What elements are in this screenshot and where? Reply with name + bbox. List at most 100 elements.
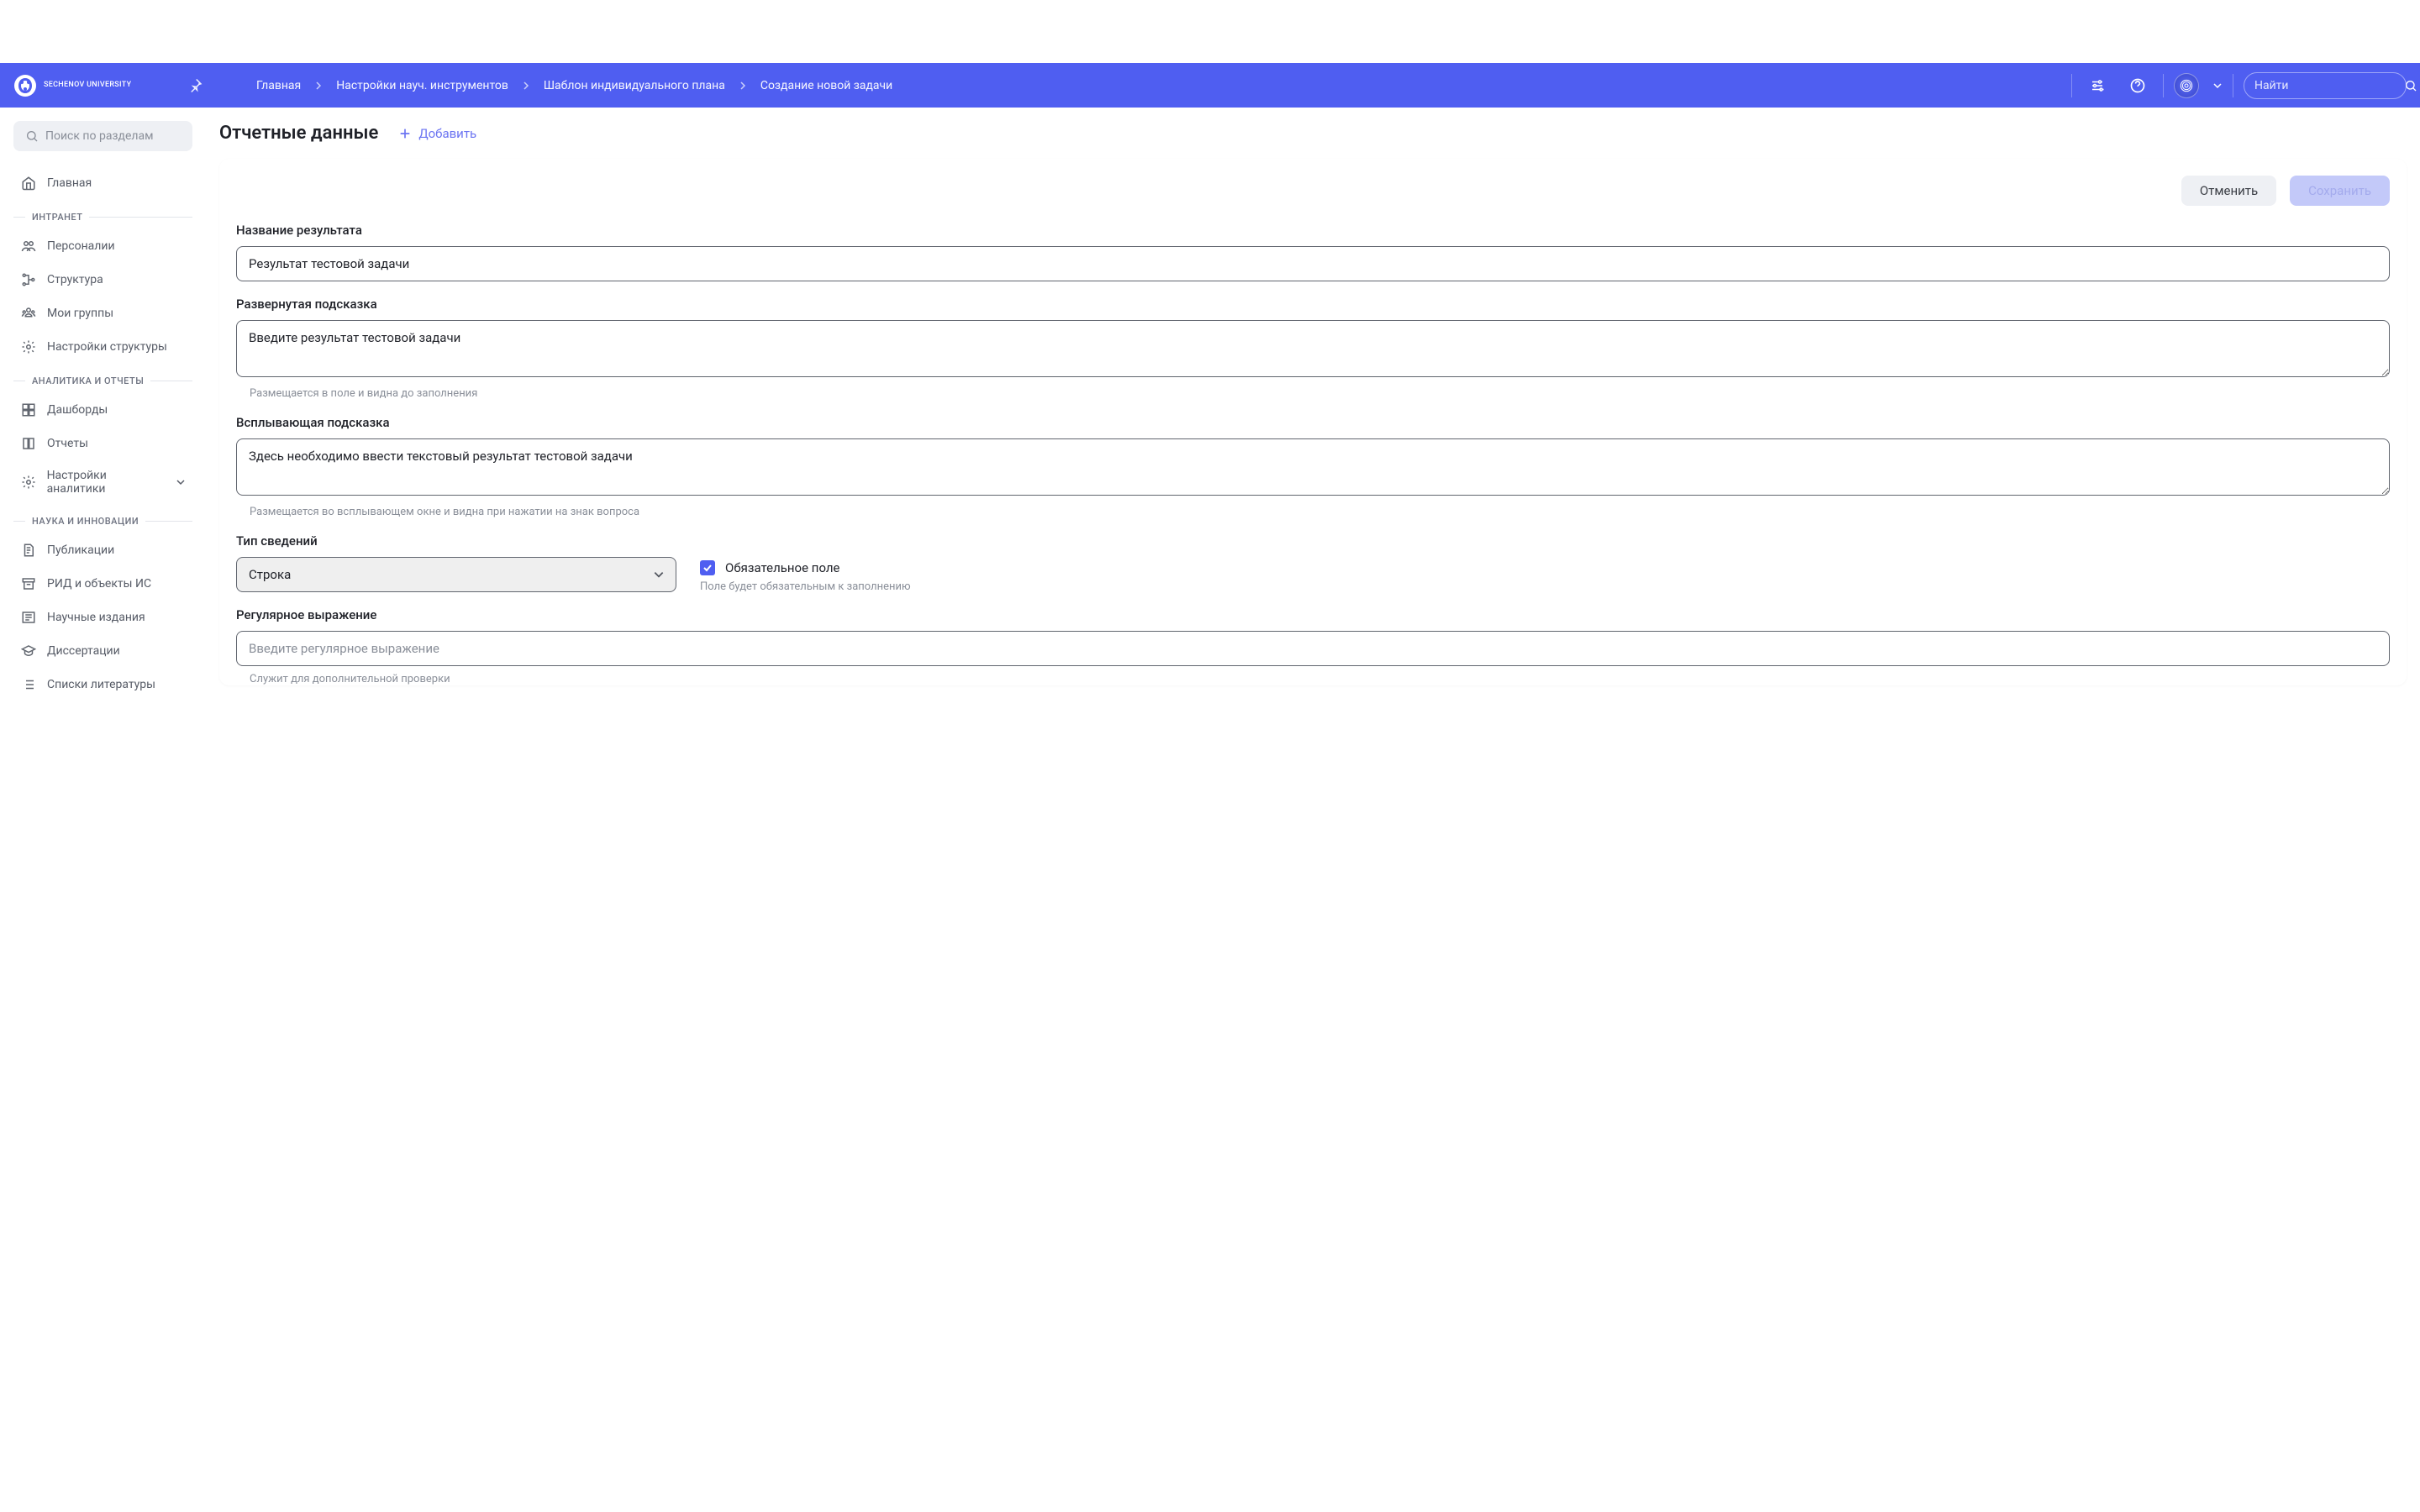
cancel-button[interactable]: Отменить (2181, 176, 2276, 206)
breadcrumb: Главная Настройки науч. инструментов Шаб… (223, 79, 2071, 92)
sidebar-item-label: Диссертации (47, 644, 120, 658)
sidebar-item-personas[interactable]: Персоналии (13, 229, 192, 263)
chevron-down-icon (176, 477, 186, 487)
add-button[interactable]: Добавить (398, 126, 476, 141)
home-icon (20, 175, 37, 192)
sidebar-item-structure-settings[interactable]: Настройки структуры (13, 330, 192, 364)
divider (2163, 74, 2164, 97)
field-label: Регулярное выражение (236, 607, 2390, 622)
tree-icon (20, 271, 37, 288)
card-actions: Отменить Сохранить (236, 176, 2390, 206)
sidebar-item-analytics-settings[interactable]: Настройки аналитики (13, 460, 192, 504)
field-label: Развернутая подсказка (236, 297, 2390, 312)
page-header: Отчетные данные Добавить (219, 123, 2407, 144)
sidebar-search-input[interactable] (45, 129, 195, 143)
field-popup-hint: Всплывающая подсказка Размещается во всп… (236, 415, 2390, 518)
sidebar-item-bibliography[interactable]: Списки литературы (13, 668, 192, 701)
gear-icon (20, 474, 37, 491)
sidebar-item-label: Списки литературы (47, 678, 155, 691)
people-icon (20, 238, 37, 255)
sidebar-item-dissertations[interactable]: Диссертации (13, 634, 192, 668)
help-icon[interactable] (2123, 71, 2153, 101)
save-button[interactable]: Сохранить (2290, 176, 2390, 206)
form-card: Отменить Сохранить Название результата Р… (219, 159, 2407, 685)
pin-icon[interactable] (186, 76, 206, 96)
result-name-input[interactable] (236, 246, 2390, 281)
groups-icon (20, 305, 37, 322)
sidebar: Главная ИНТРАНЕТ Персоналии Структура Мо… (0, 108, 206, 721)
chevron-right-icon (739, 81, 747, 90)
popup-hint-textarea[interactable] (236, 438, 2390, 496)
required-checkbox[interactable] (700, 560, 715, 575)
plus-icon (398, 127, 412, 140)
sidebar-search[interactable] (13, 121, 192, 151)
field-expanded-hint: Развернутая подсказка Размещается в поле… (236, 297, 2390, 400)
avatar[interactable] (2174, 73, 2199, 98)
sidebar-item-label: Мои группы (47, 307, 113, 320)
sidebar-item-dashboards[interactable]: Дашборды (13, 393, 192, 427)
topbar-right (2071, 71, 2407, 101)
chevron-down-icon[interactable] (2212, 81, 2223, 91)
breadcrumb-home[interactable]: Главная (256, 79, 301, 92)
divider (2071, 74, 2072, 97)
archive-icon (20, 575, 37, 592)
document-icon (20, 542, 37, 559)
field-label: Название результата (236, 223, 2390, 238)
chevron-right-icon (522, 81, 530, 90)
page-title: Отчетные данные (219, 123, 378, 144)
field-regex: Регулярное выражение Служит для дополнит… (236, 607, 2390, 685)
sidebar-item-journals[interactable]: Научные издания (13, 601, 192, 634)
sidebar-item-label: Публикации (47, 543, 114, 557)
sidebar-item-label: Персоналии (47, 239, 115, 253)
sidebar-item-label: Структура (47, 273, 103, 286)
field-data-type: Тип сведений Строка (236, 533, 676, 592)
breadcrumb-create-task[interactable]: Создание новой задачи (760, 79, 892, 92)
brand-text: SECHENOV UNIVERSITY (44, 81, 131, 90)
sliders-icon[interactable] (2082, 71, 2112, 101)
add-label: Добавить (418, 126, 476, 141)
field-result-name: Название результата (236, 223, 2390, 281)
sidebar-item-home[interactable]: Главная (13, 166, 192, 200)
sidebar-item-label: Дашборды (47, 403, 108, 417)
sidebar-group-intranet: ИНТРАНЕТ (13, 212, 192, 223)
sidebar-item-label: Главная (47, 176, 92, 190)
checkbox-label: Обязательное поле (725, 560, 840, 575)
sidebar-item-label: Отчеты (47, 437, 88, 450)
sidebar-item-publications[interactable]: Публикации (13, 533, 192, 567)
gear-icon (20, 339, 37, 355)
regex-input[interactable] (236, 631, 2390, 666)
search-icon (25, 129, 39, 143)
data-type-select[interactable]: Строка (236, 557, 676, 592)
search-icon (2404, 79, 2417, 92)
field-hint: Размещается во всплывающем окне и видна … (236, 506, 2390, 518)
sidebar-group-science: НАУКА И ИННОВАЦИИ (13, 516, 192, 527)
global-search[interactable] (2244, 72, 2407, 99)
sidebar-item-groups[interactable]: Мои группы (13, 297, 192, 330)
top-bar: SECHENOV UNIVERSITY Главная Настройки на… (0, 63, 2420, 108)
field-required: Обязательное поле Поле будет обязательны… (700, 533, 911, 593)
sidebar-item-reports[interactable]: Отчеты (13, 427, 192, 460)
book-icon (20, 435, 37, 452)
sidebar-item-label: Настройки аналитики (47, 469, 166, 496)
graduation-icon (20, 643, 37, 659)
field-label: Всплывающая подсказка (236, 415, 2390, 430)
sidebar-item-structure[interactable]: Структура (13, 263, 192, 297)
list-icon (20, 676, 37, 693)
breadcrumb-settings[interactable]: Настройки науч. инструментов (336, 79, 508, 92)
main-content: Отчетные данные Добавить Отменить Сохран… (206, 108, 2420, 721)
university-logo-icon (13, 74, 37, 97)
sidebar-item-label: Научные издания (47, 611, 145, 624)
checkbox-hint: Поле будет обязательным к заполнению (700, 580, 911, 593)
field-label: Тип сведений (236, 533, 676, 549)
logo-area: SECHENOV UNIVERSITY (13, 74, 186, 97)
sidebar-group-analytics: АНАЛИТИКА И ОТЧЕТЫ (13, 375, 192, 386)
field-hint: Служит для дополнительной проверки (236, 673, 2390, 685)
global-search-input[interactable] (2254, 79, 2404, 92)
dashboard-icon (20, 402, 37, 418)
sidebar-item-label: РИД и объекты ИС (47, 577, 151, 591)
breadcrumb-template[interactable]: Шаблон индивидуального плана (544, 79, 725, 92)
expanded-hint-textarea[interactable] (236, 320, 2390, 377)
sidebar-item-rid[interactable]: РИД и объекты ИС (13, 567, 192, 601)
sidebar-item-label: Настройки структуры (47, 340, 167, 354)
field-hint: Размещается в поле и видна до заполнения (236, 387, 2390, 400)
